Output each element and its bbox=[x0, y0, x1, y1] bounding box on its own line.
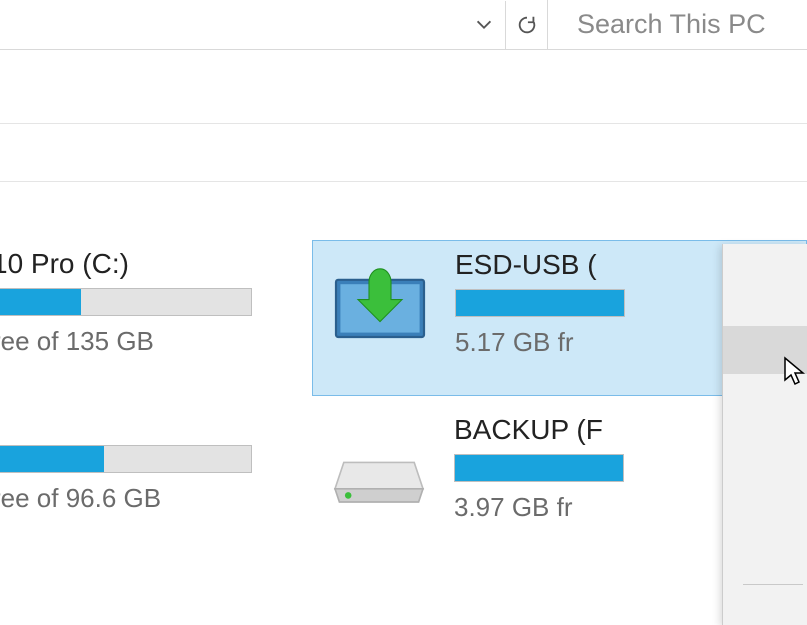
drives-panel: 10 Pro (C:) ree of 135 GB ) ree of 96.6 … bbox=[0, 240, 807, 625]
external-drive-icon bbox=[324, 424, 434, 514]
drive-free-text: ree of 96.6 GB bbox=[0, 483, 288, 514]
drive-label: 10 Pro (C:) bbox=[0, 248, 288, 280]
drive-usage-bar bbox=[0, 288, 252, 316]
drive-usage-fill bbox=[455, 455, 623, 481]
context-menu-separator bbox=[743, 584, 803, 585]
drive-item[interactable]: 10 Pro (C:) ree of 135 GB bbox=[0, 240, 300, 369]
drive-free-text: ree of 135 GB bbox=[0, 326, 288, 357]
drive-usage-bar bbox=[455, 289, 625, 317]
separator bbox=[0, 123, 807, 124]
chevron-down-icon bbox=[473, 14, 495, 36]
search-input[interactable]: Search This PC bbox=[548, 0, 807, 49]
refresh-button[interactable] bbox=[505, 1, 547, 49]
address-bar[interactable] bbox=[0, 0, 548, 49]
toolbar: Search This PC bbox=[0, 0, 807, 50]
drive-label: ) bbox=[0, 405, 288, 437]
drive-usage-fill bbox=[0, 289, 81, 315]
address-history-dropdown[interactable] bbox=[463, 1, 505, 49]
install-media-icon bbox=[325, 259, 435, 349]
refresh-icon bbox=[516, 14, 538, 36]
drive-usage-fill bbox=[0, 446, 104, 472]
drive-usage-bar bbox=[0, 445, 252, 473]
drive-column-left: 10 Pro (C:) ree of 135 GB ) ree of 96.6 … bbox=[0, 240, 300, 526]
drive-item[interactable]: ) ree of 96.6 GB bbox=[0, 397, 300, 526]
context-menu[interactable] bbox=[722, 244, 807, 625]
separator bbox=[0, 181, 807, 182]
drive-usage-bar bbox=[454, 454, 624, 482]
drive-usage-fill bbox=[456, 290, 624, 316]
context-menu-item-hover[interactable] bbox=[723, 326, 807, 374]
